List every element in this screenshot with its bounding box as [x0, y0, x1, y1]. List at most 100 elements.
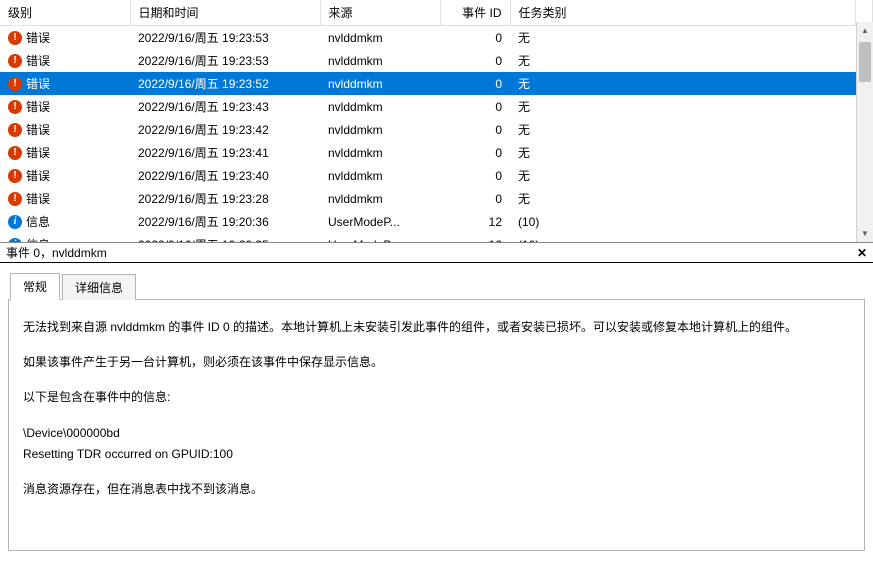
cell-datetime: 2022/9/16/周五 19:23:43 — [130, 95, 320, 118]
cell-eventid: 0 — [440, 95, 510, 118]
level-label: 信息 — [26, 213, 50, 230]
cell-source: nvlddmkm — [320, 26, 440, 50]
table-header-row: 级别 日期和时间 来源 事件 ID 任务类别 — [0, 0, 873, 26]
detail-tabs: 常规 详细信息 — [8, 273, 865, 299]
error-icon — [8, 146, 22, 160]
cell-datetime: 2022/9/16/周五 19:23:53 — [130, 49, 320, 72]
detail-paragraph: 消息资源存在，但在消息表中找不到该消息。 — [23, 480, 850, 499]
level-label: 错误 — [26, 29, 50, 46]
cell-datetime: 2022/9/16/周五 19:23:41 — [130, 141, 320, 164]
table-row[interactable]: 错误 2022/9/16/周五 19:23:42nvlddmkm0无 — [0, 118, 873, 141]
cell-eventid: 12 — [440, 233, 510, 243]
level-label: 错误 — [26, 98, 50, 115]
cell-eventid: 0 — [440, 164, 510, 187]
close-icon[interactable]: ✕ — [855, 246, 869, 260]
detail-title: 事件 0，nvlddmkm — [6, 244, 107, 261]
cell-source: nvlddmkm — [320, 141, 440, 164]
detail-paragraph: \Device\000000bd — [23, 424, 850, 443]
error-icon — [8, 31, 22, 45]
cell-category: 无 — [510, 72, 856, 95]
cell-level: 错误 — [0, 187, 130, 210]
level-label: 错误 — [26, 190, 50, 207]
col-eventid[interactable]: 事件 ID — [440, 0, 510, 26]
event-table: 级别 日期和时间 来源 事件 ID 任务类别 错误2022/9/16/周五 19… — [0, 0, 873, 243]
cell-level: 错误 — [0, 26, 130, 50]
cell-eventid: 0 — [440, 141, 510, 164]
cell-source: nvlddmkm — [320, 118, 440, 141]
scroll-thumb[interactable] — [859, 42, 871, 82]
col-source[interactable]: 来源 — [320, 0, 440, 26]
cell-datetime: 2022/9/16/周五 19:20:35 — [130, 233, 320, 243]
cell-level: 错误 — [0, 141, 130, 164]
cell-category: 无 — [510, 187, 856, 210]
cell-datetime: 2022/9/16/周五 19:23:42 — [130, 118, 320, 141]
cell-eventid: 0 — [440, 26, 510, 50]
table-row[interactable]: 信息 2022/9/16/周五 19:20:35UserModeP...12(10… — [0, 233, 873, 243]
cell-category: 无 — [510, 26, 856, 50]
cell-datetime: 2022/9/16/周五 19:23:28 — [130, 187, 320, 210]
vertical-scrollbar[interactable]: ▲ ▼ — [856, 22, 873, 242]
cell-eventid: 0 — [440, 49, 510, 72]
tab-general[interactable]: 常规 — [10, 273, 60, 300]
cell-level: 错误 — [0, 164, 130, 187]
cell-category: 无 — [510, 49, 856, 72]
cell-category: 无 — [510, 118, 856, 141]
table-row[interactable]: 错误2022/9/16/周五 19:23:28nvlddmkm0无 — [0, 187, 873, 210]
cell-datetime: 2022/9/16/周五 19:23:52 — [130, 72, 320, 95]
error-icon — [8, 54, 22, 68]
level-label: 错误 — [26, 121, 50, 138]
error-icon — [8, 169, 22, 183]
table-row[interactable]: 错误 2022/9/16/周五 19:23:53nvlddmkm0无 — [0, 26, 873, 50]
level-label: 错误 — [26, 52, 50, 69]
detail-paragraph: 如果该事件产生于另一台计算机，则必须在该事件中保存显示信息。 — [23, 353, 850, 372]
detail-paragraph: Resetting TDR occurred on GPUID:100 — [23, 445, 850, 464]
cell-level: 错误 — [0, 49, 130, 72]
cell-source: nvlddmkm — [320, 49, 440, 72]
detail-header: 事件 0，nvlddmkm ✕ — [0, 243, 873, 263]
col-datetime[interactable]: 日期和时间 — [130, 0, 320, 26]
level-label: 错误 — [26, 144, 50, 161]
error-icon — [8, 192, 22, 206]
cell-category: 无 — [510, 141, 856, 164]
cell-source: nvlddmkm — [320, 164, 440, 187]
tab-details[interactable]: 详细信息 — [62, 274, 136, 300]
cell-eventid: 12 — [440, 210, 510, 233]
col-category[interactable]: 任务类别 — [510, 0, 856, 26]
error-icon — [8, 77, 22, 91]
error-icon — [8, 100, 22, 114]
cell-source: UserModeP... — [320, 233, 440, 243]
error-icon — [8, 123, 22, 137]
table-row[interactable]: 错误 2022/9/16/周五 19:23:41nvlddmkm0无 — [0, 141, 873, 164]
table-row[interactable]: 信息 2022/9/16/周五 19:20:36UserModeP...12(10… — [0, 210, 873, 233]
cell-level: 错误 — [0, 72, 130, 95]
cell-level: 错误 — [0, 95, 130, 118]
detail-paragraph: 以下是包含在事件中的信息: — [23, 388, 850, 407]
table-row[interactable]: 错误2022/9/16/周五 19:23:40nvlddmkm0无 — [0, 164, 873, 187]
table-row[interactable]: 错误2022/9/16/周五 19:23:52nvlddmkm0无 — [0, 72, 873, 95]
info-icon — [8, 215, 22, 229]
event-list-pane: 级别 日期和时间 来源 事件 ID 任务类别 错误2022/9/16/周五 19… — [0, 0, 873, 243]
cell-datetime: 2022/9/16/周五 19:23:40 — [130, 164, 320, 187]
cell-category: (10) — [510, 210, 856, 233]
detail-panel-general: 无法找到来自源 nvlddmkm 的事件 ID 0 的描述。本地计算机上未安装引… — [8, 299, 865, 551]
cell-source: UserModeP... — [320, 210, 440, 233]
cell-source: nvlddmkm — [320, 95, 440, 118]
detail-paragraph: 无法找到来自源 nvlddmkm 的事件 ID 0 的描述。本地计算机上未安装引… — [23, 318, 850, 337]
level-label: 信息 — [26, 236, 50, 243]
cell-level: 信息 — [0, 210, 130, 233]
col-level[interactable]: 级别 — [0, 0, 130, 26]
cell-eventid: 0 — [440, 118, 510, 141]
cell-category: 无 — [510, 164, 856, 187]
cell-source: nvlddmkm — [320, 72, 440, 95]
cell-eventid: 0 — [440, 72, 510, 95]
table-row[interactable]: 错误 2022/9/16/周五 19:23:53nvlddmkm0无 — [0, 49, 873, 72]
cell-level: 错误 — [0, 118, 130, 141]
table-row[interactable]: 错误2022/9/16/周五 19:23:43nvlddmkm0无 — [0, 95, 873, 118]
cell-datetime: 2022/9/16/周五 19:23:53 — [130, 26, 320, 50]
scroll-up-arrow[interactable]: ▲ — [857, 22, 873, 39]
scroll-down-arrow[interactable]: ▼ — [857, 225, 873, 242]
cell-category: (10) — [510, 233, 856, 243]
cell-source: nvlddmkm — [320, 187, 440, 210]
detail-body: 常规 详细信息 无法找到来自源 nvlddmkm 的事件 ID 0 的描述。本地… — [0, 263, 873, 561]
cell-datetime: 2022/9/16/周五 19:20:36 — [130, 210, 320, 233]
